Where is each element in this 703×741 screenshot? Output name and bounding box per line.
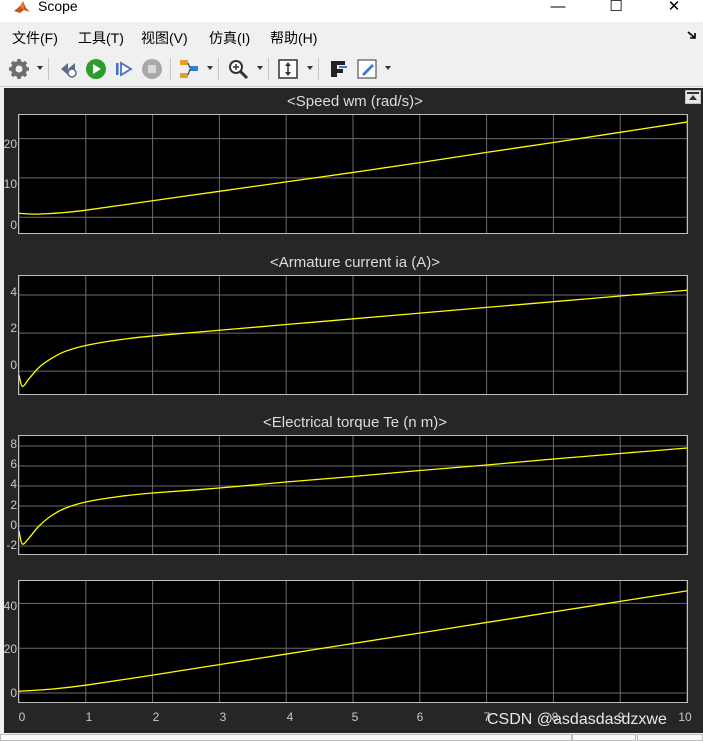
- close-button[interactable]: ✕: [654, 0, 694, 17]
- plot3-title: <Electrical torque Te (n m)>: [263, 414, 447, 431]
- plot3-ytick: 0: [10, 518, 17, 532]
- xtick: 5: [351, 710, 359, 724]
- plot1-title: <Speed wm (rad/s)>: [287, 93, 423, 110]
- plot2-ytick: 2: [10, 321, 17, 335]
- plot4-axes[interactable]: [18, 580, 688, 703]
- plot3-ytick: 2: [10, 498, 17, 512]
- title-bar: Scope — ☐ ✕: [0, 0, 703, 22]
- menu-bar: 文件(F) 工具(T) 视图(V) 仿真(I) 帮助(H): [0, 22, 703, 52]
- plot3-canvas: [19, 436, 687, 554]
- plot2-title: <Armature current ia (A)>: [269, 254, 441, 271]
- plot3-ytick: -2: [6, 538, 17, 552]
- zoom-dropdown-arrow[interactable]: [257, 66, 263, 70]
- xtick: 6: [416, 710, 424, 724]
- plot4-ytick: 20: [3, 642, 17, 656]
- status-cell: [637, 734, 703, 741]
- signal-selector-icon[interactable]: [177, 57, 201, 81]
- step-forward-icon[interactable]: [112, 57, 136, 81]
- zoom-icon[interactable]: [226, 57, 250, 81]
- gear-dropdown-arrow[interactable]: [37, 66, 43, 70]
- plot3-ytick: 6: [10, 457, 17, 471]
- plot1-ytick: 0: [10, 218, 17, 232]
- menu-tools[interactable]: 工具(T): [78, 28, 124, 48]
- plot1-axes[interactable]: [18, 114, 688, 234]
- toolbar-separator: [318, 58, 319, 80]
- plot4-ytick: 0: [10, 686, 17, 700]
- matlab-logo-icon: [14, 1, 30, 13]
- xtick: 3: [219, 710, 227, 724]
- toolbar-separator: [48, 58, 49, 80]
- plot1-canvas: [19, 115, 687, 233]
- autoscale-icon[interactable]: [276, 57, 300, 81]
- plot4-canvas: [19, 581, 687, 702]
- stop-icon[interactable]: [140, 57, 164, 81]
- style-dropdown-arrow[interactable]: [385, 66, 391, 70]
- status-cell: [572, 734, 636, 741]
- menu-view[interactable]: 视图(V): [141, 28, 188, 48]
- window-title: Scope: [38, 0, 78, 14]
- dock-arrow-icon[interactable]: [687, 30, 697, 40]
- plot2-axes[interactable]: [18, 275, 688, 395]
- signal-selector-dropdown-arrow[interactable]: [207, 66, 213, 70]
- minimize-button[interactable]: —: [538, 0, 578, 17]
- style-icon[interactable]: [355, 57, 379, 81]
- toolbar: [0, 52, 703, 87]
- plot3-axes[interactable]: [18, 435, 688, 555]
- menu-help[interactable]: 帮助(H): [270, 28, 317, 48]
- xtick: 10: [678, 710, 692, 724]
- autoscale-dropdown-arrow[interactable]: [307, 66, 313, 70]
- plot1-ytick: 10: [3, 177, 17, 191]
- plot3-ytick: 4: [10, 477, 17, 491]
- xtick: 1: [85, 710, 93, 724]
- step-back-icon[interactable]: [57, 57, 81, 81]
- plot3-ytick: 8: [10, 437, 17, 451]
- plot1-ytick: 20: [3, 137, 17, 151]
- menu-simulation[interactable]: 仿真(I): [209, 28, 250, 48]
- xtick: 0: [18, 710, 26, 724]
- watermark: CSDN @asdasdasdzxwe: [487, 711, 667, 728]
- toolbar-separator: [170, 58, 171, 80]
- plot4-ytick: 40: [3, 599, 17, 613]
- xtick: 4: [286, 710, 294, 724]
- xtick: 2: [152, 710, 160, 724]
- highlight-icon[interactable]: [326, 57, 350, 81]
- run-icon[interactable]: [84, 57, 108, 81]
- plot2-ytick: 0: [10, 358, 17, 372]
- maximize-button[interactable]: ☐: [596, 0, 636, 17]
- menu-file[interactable]: 文件(F): [12, 28, 58, 48]
- plot2-canvas: [19, 276, 687, 394]
- plot2-ytick: 4: [10, 285, 17, 299]
- status-cell: [0, 734, 572, 741]
- toolbar-separator: [268, 58, 269, 80]
- toolbar-separator: [218, 58, 219, 80]
- gear-icon[interactable]: [7, 57, 31, 81]
